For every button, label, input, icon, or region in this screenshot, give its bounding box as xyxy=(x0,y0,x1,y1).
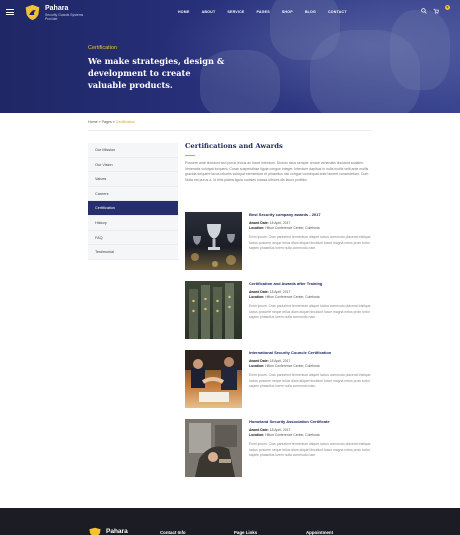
main-nav: HOME ABOUT SERVICE PAGES SHOP BLOG CONTA… xyxy=(178,10,359,14)
sidebar-menu: Our Mission Our Vision Values Careers Ce… xyxy=(88,143,178,260)
certification-item: Best Security company awards - 2017 Awar… xyxy=(185,212,372,270)
award-location-value: Hilton Conference Center, Colefonia xyxy=(265,226,320,230)
award-date-label: Award Date: xyxy=(249,290,269,294)
award-location-label: Location: xyxy=(249,226,265,230)
certification-title[interactable]: International Security Councle Certifica… xyxy=(249,350,373,356)
hero-title: We make strategies, design & development… xyxy=(88,56,225,90)
footer-heading-contact: Contact Info xyxy=(160,530,186,535)
award-date-value: 18 April, 2017 xyxy=(269,359,291,363)
sidebar-item-certification[interactable]: Certification xyxy=(88,201,178,216)
nav-item-contact[interactable]: CONTACT xyxy=(328,10,347,14)
footer-heading-links: Page Links xyxy=(234,530,258,535)
award-location: Location: Hilton Conference Center, Cole… xyxy=(249,226,373,231)
brand-name[interactable]: Pahara xyxy=(45,5,68,12)
award-date-value: 18 April, 2017 xyxy=(269,221,291,225)
award-date-label: Award Date: xyxy=(249,359,269,363)
sidebar-item-careers[interactable]: Careers xyxy=(88,187,178,202)
section-title: Certifications and Awards xyxy=(185,142,283,150)
shield-logo-icon[interactable] xyxy=(88,527,102,535)
title-underline xyxy=(185,155,195,156)
sidebar-item-faq[interactable]: FAQ xyxy=(88,231,178,246)
certification-description: Enim ipsum. Cras parturient fermentum al… xyxy=(249,304,371,320)
intro-paragraph: Posuere ante tincidunt sed purus lectus … xyxy=(185,161,370,182)
certification-description: Enim ipsum. Cras parturient fermentum al… xyxy=(249,442,371,458)
breadcrumb-pages[interactable]: Pages xyxy=(102,120,112,124)
sidebar-item-our-vision[interactable]: Our Vision xyxy=(88,158,178,173)
hero-banner: Pahara Security Guards Systems Provider … xyxy=(0,0,460,113)
certification-title[interactable]: Best Security company awards - 2017 xyxy=(249,212,373,218)
sidebar-item-values[interactable]: Values xyxy=(88,172,178,187)
nav-item-blog[interactable]: BLOG xyxy=(305,10,316,14)
award-location: Location: Hilton Conference Center, Cole… xyxy=(249,295,373,300)
nav-item-service[interactable]: SERVICE xyxy=(227,10,244,14)
hero-subtitle: Certification xyxy=(88,45,118,51)
cart-count-badge: 0 xyxy=(445,5,450,10)
soldiers-photo[interactable] xyxy=(185,281,242,339)
footer: Pahara Contact Info Page Links Appointme… xyxy=(0,508,460,535)
sidebar-item-history[interactable]: History xyxy=(88,216,178,231)
footer-heading-appointment: Appointment xyxy=(306,530,334,535)
breadcrumb: Home » Pages » Certification xyxy=(88,120,135,124)
award-location-value: Hilton Conference Center, Colefonia xyxy=(265,433,320,437)
award-location-label: Location: xyxy=(249,295,265,299)
trophy-photo[interactable] xyxy=(185,212,242,270)
certification-title[interactable]: Homeland Security Association Certificat… xyxy=(249,419,373,425)
guard-photo[interactable] xyxy=(185,419,242,477)
breadcrumb-home[interactable]: Home xyxy=(88,120,98,124)
award-location-value: Hilton Conference Center, Colefonia xyxy=(265,364,320,368)
header-icons xyxy=(421,8,439,14)
search-icon[interactable] xyxy=(421,8,427,14)
brand-tagline: Security Guards Systems Provider xyxy=(45,13,84,21)
award-location-label: Location: xyxy=(249,364,265,368)
nav-item-about[interactable]: ABOUT xyxy=(202,10,216,14)
hamburger-menu-icon[interactable] xyxy=(6,9,14,15)
certification-item: Homeland Security Association Certificat… xyxy=(185,419,372,477)
sidebar-item-our-mission[interactable]: Our Mission xyxy=(88,143,178,158)
certification-description: Enim ipsum. Cras parturient fermentum al… xyxy=(249,235,371,251)
award-date-value: 18 April, 2017 xyxy=(269,290,291,294)
cart-icon[interactable] xyxy=(433,8,439,14)
certification-item: International Security Councle Certifica… xyxy=(185,350,372,408)
certification-description: Enim ipsum. Cras parturient fermentum al… xyxy=(249,373,371,389)
certification-item: Certification and Awards after Training … xyxy=(185,281,372,339)
award-date-label: Award Date: xyxy=(249,221,269,225)
nav-item-pages[interactable]: PAGES xyxy=(257,10,270,14)
divider xyxy=(88,130,372,131)
award-location: Location: Hilton Conference Center, Cole… xyxy=(249,364,373,369)
handshake-photo[interactable] xyxy=(185,350,242,408)
award-date-value: 18 April, 2017 xyxy=(269,428,291,432)
nav-item-home[interactable]: HOME xyxy=(178,10,190,14)
certification-title[interactable]: Certification and Awards after Training xyxy=(249,281,373,287)
award-location-value: Hilton Conference Center, Colefonia xyxy=(265,295,320,299)
top-navigation-bar: Pahara Security Guards Systems Provider … xyxy=(0,0,460,24)
nav-item-shop[interactable]: SHOP xyxy=(282,10,293,14)
breadcrumb-current: Certification xyxy=(115,120,135,124)
sidebar-item-testimonial[interactable]: Testimonial xyxy=(88,245,178,260)
shield-logo-icon[interactable] xyxy=(24,4,41,21)
footer-brand-name[interactable]: Pahara xyxy=(106,528,128,535)
award-date-label: Award Date: xyxy=(249,428,269,432)
award-location: Location: Hilton Conference Center, Cole… xyxy=(249,433,373,438)
award-location-label: Location: xyxy=(249,433,265,437)
